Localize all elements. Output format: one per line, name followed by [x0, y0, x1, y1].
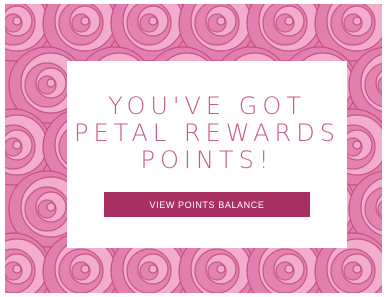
- promo-banner[interactable]: YOU'VE GOT PETAL REWARDS POINTS! VIEW PO…: [5, 4, 382, 293]
- view-points-balance-button[interactable]: VIEW POINTS BALANCE: [104, 192, 310, 217]
- promo-card: YOU'VE GOT PETAL REWARDS POINTS! VIEW PO…: [67, 61, 347, 248]
- promo-headline: YOU'VE GOT PETAL REWARDS POINTS!: [67, 61, 347, 174]
- headline-line-1: YOU'VE GOT: [108, 92, 306, 120]
- headline-line-3: POINTS!: [140, 146, 274, 174]
- headline-line-2: PETAL REWARDS: [74, 119, 340, 147]
